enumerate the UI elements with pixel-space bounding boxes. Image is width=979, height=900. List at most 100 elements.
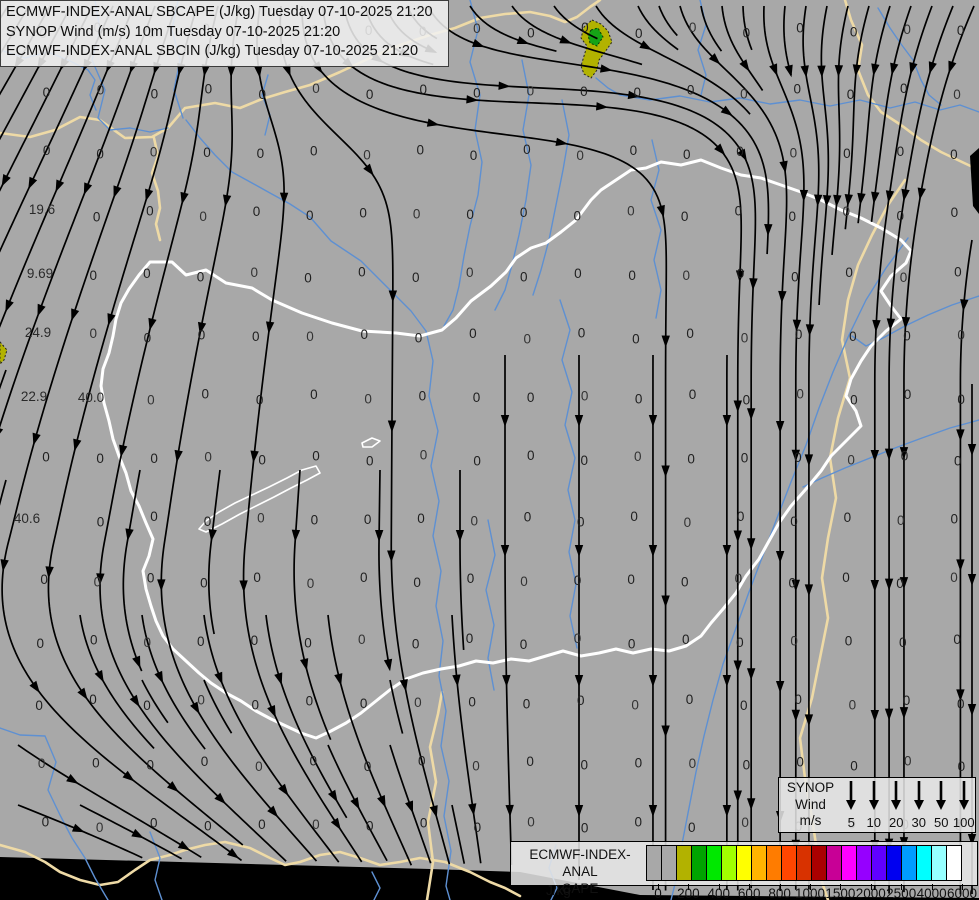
station-value: 0 bbox=[417, 142, 425, 157]
station-value: 0 bbox=[90, 326, 98, 341]
station-value: 0 bbox=[205, 81, 213, 96]
station-value: 0 bbox=[578, 326, 586, 341]
station-value: 0 bbox=[307, 576, 315, 591]
wind-legend: SYNOP Wind m/s 5 10 20 30 50 100 bbox=[778, 777, 976, 833]
station-value: 0 bbox=[364, 759, 372, 774]
station-value: 0 bbox=[527, 25, 535, 40]
station-value: 0 bbox=[844, 510, 852, 525]
station-value: 0 bbox=[630, 143, 638, 158]
station-value: 0 bbox=[143, 635, 151, 650]
station-value: 0 bbox=[849, 698, 857, 713]
station-special-value: 22.9 bbox=[21, 389, 47, 404]
station-value: 0 bbox=[197, 270, 205, 285]
station-value: 0 bbox=[735, 203, 743, 218]
cape-tick-label: 4000 bbox=[916, 886, 947, 900]
station-value: 0 bbox=[897, 513, 905, 528]
station-value: 0 bbox=[951, 205, 959, 220]
station-value: 0 bbox=[628, 636, 636, 651]
station-value: 0 bbox=[842, 204, 850, 219]
station-value: 0 bbox=[686, 326, 694, 341]
station-value: 0 bbox=[256, 392, 264, 407]
station-value: 0 bbox=[257, 146, 265, 161]
cape-swatch bbox=[826, 845, 842, 881]
wind-speed-label: 100 bbox=[952, 815, 975, 830]
station-value: 0 bbox=[520, 574, 528, 589]
station-value: 0 bbox=[903, 329, 911, 344]
cape-legend-title: ECMWF-INDEX-ANAL bbox=[529, 847, 631, 879]
station-value: 0 bbox=[96, 451, 104, 466]
station-special-value: 19.6 bbox=[29, 202, 55, 217]
station-value: 0 bbox=[687, 451, 695, 466]
station-value: 0 bbox=[632, 331, 640, 346]
station-value: 0 bbox=[473, 454, 481, 469]
station-value: 0 bbox=[468, 695, 476, 710]
station-value: 0 bbox=[896, 576, 904, 591]
station-value: 0 bbox=[360, 327, 368, 342]
wind-speed-column: 20 bbox=[885, 780, 908, 832]
title-line-sbcin: ECMWF-INDEX-ANAL SBCIN (J/kg) Tuesday 07… bbox=[6, 43, 419, 59]
station-value: 0 bbox=[790, 145, 798, 160]
wind-down-arrow-icon bbox=[846, 781, 857, 810]
station-value: 0 bbox=[42, 814, 50, 829]
station-value: 0 bbox=[197, 692, 205, 707]
cape-swatch bbox=[736, 845, 752, 881]
station-value: 0 bbox=[306, 208, 314, 223]
station-value: 0 bbox=[900, 270, 908, 285]
station-value: 0 bbox=[581, 453, 589, 468]
station-value: 0 bbox=[252, 329, 260, 344]
station-value: 0 bbox=[576, 148, 584, 163]
cape-swatch bbox=[916, 845, 932, 881]
station-value: 0 bbox=[312, 817, 320, 832]
station-value: 0 bbox=[412, 637, 420, 652]
station-value: 0 bbox=[418, 753, 426, 768]
wind-speed-label: 50 bbox=[934, 815, 949, 830]
station-value: 0 bbox=[689, 20, 697, 35]
station-value: 0 bbox=[903, 22, 911, 37]
station-value: 0 bbox=[789, 209, 797, 224]
station-value: 0 bbox=[306, 693, 314, 708]
station-value: 0 bbox=[627, 572, 635, 587]
station-value: 0 bbox=[93, 209, 101, 224]
wind-down-arrow-icon bbox=[958, 781, 969, 810]
station-value: 0 bbox=[250, 265, 258, 280]
cape-swatch bbox=[721, 845, 737, 881]
station-value: 0 bbox=[904, 387, 912, 402]
station-value: 0 bbox=[958, 759, 966, 774]
station-value: 0 bbox=[412, 270, 420, 285]
station-value: 0 bbox=[574, 631, 582, 646]
station-value: 0 bbox=[523, 331, 531, 346]
station-value: 0 bbox=[204, 819, 212, 834]
station-value: 0 bbox=[366, 818, 374, 833]
station-value: 0 bbox=[146, 203, 154, 218]
cape-tick-label: 1500 bbox=[825, 886, 856, 900]
station-value: 0 bbox=[953, 87, 961, 102]
station-value: 0 bbox=[790, 514, 798, 529]
station-value: 0 bbox=[577, 515, 585, 530]
station-value: 0 bbox=[681, 209, 689, 224]
wind-legend-labels: SYNOP Wind m/s bbox=[779, 778, 838, 832]
cape-tick-label: 200 bbox=[677, 886, 700, 900]
station-value: 0 bbox=[312, 448, 320, 463]
station-value: 0 bbox=[420, 448, 428, 463]
station-value: 0 bbox=[950, 570, 958, 585]
cape-unit-label: J/kg bbox=[546, 883, 571, 898]
station-value: 0 bbox=[470, 148, 478, 163]
station-value: 0 bbox=[312, 81, 320, 96]
station-value: 0 bbox=[633, 85, 641, 100]
station-value: 0 bbox=[97, 515, 105, 530]
station-value: 0 bbox=[97, 82, 105, 97]
station-value: 0 bbox=[740, 86, 748, 101]
station-value: 0 bbox=[201, 754, 209, 769]
station-value: 0 bbox=[366, 87, 374, 102]
station-value: 0 bbox=[466, 631, 474, 646]
station-value: 0 bbox=[849, 329, 857, 344]
station-value: 0 bbox=[419, 388, 427, 403]
station-value: 0 bbox=[310, 387, 318, 402]
station-value: 0 bbox=[364, 512, 372, 527]
station-value: 0 bbox=[689, 387, 697, 402]
station-value: 0 bbox=[253, 570, 261, 585]
cape-swatch bbox=[646, 845, 662, 881]
station-value: 0 bbox=[957, 392, 965, 407]
station-value: 0 bbox=[204, 450, 212, 465]
cape-swatch bbox=[886, 845, 902, 881]
